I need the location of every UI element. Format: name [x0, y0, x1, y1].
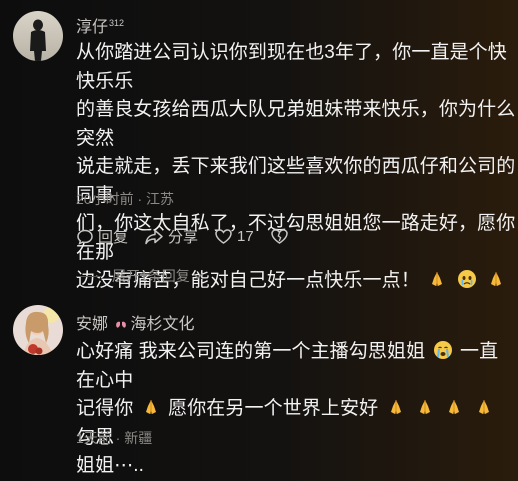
- folded-hands-emoji: [415, 397, 435, 417]
- share-label: 分享: [168, 229, 199, 246]
- expand-replies-button[interactable]: 展开1条回复: [76, 266, 204, 286]
- comment-text: 从你踏进公司认识你到现在也3年了，你一直是个快快乐乐 的善良女孩给西瓜大队兄弟姐…: [76, 39, 516, 296]
- comment-line: 姐姐⋯..: [76, 455, 145, 476]
- author-badge: 312: [109, 17, 125, 28]
- folded-hands-emoji: [141, 397, 161, 417]
- author-org: 海杉文化: [130, 316, 195, 333]
- author-name: 安娜: [76, 316, 109, 333]
- like-button[interactable]: 17: [214, 228, 254, 245]
- comment-2: 安娜 海杉文化 心好痛 我来公司连的第一个主播勾思姐姐 一直在心中 记得你 愿你…: [0, 290, 518, 476]
- avatar-image: [13, 305, 63, 355]
- comment-line-text: 愿你在另一个世界上安好: [168, 398, 379, 419]
- comment-line: 从你踏进公司认识你到现在也3年了，你一直是个快快乐乐: [76, 42, 507, 92]
- comment-line-text: 记得你: [76, 398, 134, 419]
- author-org-tag: 海杉文化: [112, 310, 194, 334]
- comment-icon: [77, 229, 93, 245]
- reply-label: 回复: [98, 229, 129, 246]
- crying-face-emoji: [433, 340, 453, 360]
- comment-line: 心好痛 我来公司连的第一个主播勾思姐姐 一直在心中: [76, 338, 516, 395]
- share-icon: [145, 229, 163, 244]
- chevron-down-icon: [193, 273, 203, 279]
- author-name: 淳仔: [76, 19, 109, 36]
- comment-author[interactable]: 淳仔312: [76, 13, 124, 37]
- crying-face-emoji: [457, 269, 477, 289]
- avatar[interactable]: [13, 11, 63, 61]
- avatar[interactable]: [13, 305, 63, 355]
- lungs-ribbon-icon: [116, 317, 127, 328]
- folded-hands-emoji: [427, 269, 447, 289]
- comment-line-text: 心好痛 我来公司连的第一个主播勾思姐姐: [76, 341, 426, 362]
- comment-actions: 回复 分享 17: [76, 226, 309, 247]
- comment-meta: 1天前 · 新疆: [76, 430, 153, 446]
- folded-hands-emoji: [486, 269, 506, 289]
- comment-line: 的善良女孩给西瓜大队兄弟姐妹带来快乐，你为什么突然: [76, 99, 516, 149]
- divider-line: [76, 275, 102, 277]
- like-count: 17: [237, 228, 254, 245]
- comment-meta: 20小时前 · 江苏: [76, 191, 175, 207]
- folded-hands-emoji: [474, 397, 494, 417]
- comment-author[interactable]: 安娜 海杉文化: [76, 310, 194, 334]
- share-button[interactable]: 分享: [144, 226, 198, 247]
- comment-text: 心好痛 我来公司连的第一个主播勾思姐姐 一直在心中 记得你 愿你在另一个世界上安…: [76, 338, 516, 481]
- dislike-button[interactable]: [270, 228, 293, 245]
- expand-replies-label: 展开1条回复: [112, 268, 190, 284]
- reply-button[interactable]: 回复: [76, 226, 128, 247]
- folded-hands-emoji: [444, 397, 464, 417]
- comment-1: 淳仔312 从你踏进公司认识你到现在也3年了，你一直是个快快乐乐 的善良女孩给西…: [0, 0, 518, 291]
- folded-hands-emoji: [386, 397, 406, 417]
- heart-icon: [215, 229, 232, 244]
- broken-heart-icon: [270, 229, 288, 244]
- avatar-image: [13, 11, 63, 61]
